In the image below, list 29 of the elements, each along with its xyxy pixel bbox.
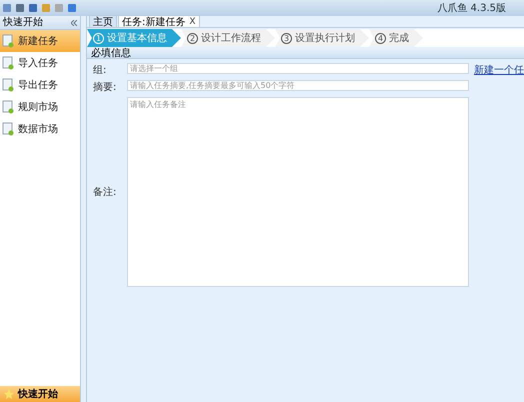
sidebar-item[interactable]: 数据市场	[0, 118, 80, 140]
tab[interactable]: 任务:新建任务 X	[118, 15, 200, 27]
sidebar-item[interactable]: 规则市场	[0, 96, 80, 118]
summary-field[interactable]: 请输入任务摘要,任务摘要最多可输入50个字符	[127, 80, 469, 91]
field-label: 备注:	[93, 186, 118, 199]
document-icon	[2, 122, 14, 136]
sidebar-footer[interactable]: 快速开始	[0, 386, 80, 402]
field-label: 摘要:	[93, 80, 118, 94]
sidebar-item[interactable]: 导入任务	[0, 52, 80, 74]
group-dropdown[interactable]: 请选择一个组	[127, 63, 469, 74]
close-button[interactable]: X	[189, 16, 196, 26]
wizard-step[interactable]: 2 设计工作流程	[181, 29, 275, 47]
section-title: 必填信息	[91, 48, 131, 58]
document-icon	[2, 56, 14, 70]
notes-field[interactable]: 请输入任务备注	[127, 97, 469, 287]
field-label: 组:	[93, 64, 108, 77]
new-group-link[interactable]: 新建一个任	[474, 63, 524, 287]
collapse-icon[interactable]	[71, 20, 77, 26]
wizard-step[interactable]: 4 完成	[369, 29, 423, 47]
document-icon	[2, 34, 14, 48]
window-title: 八爪鱼 4.3.5版	[437, 2, 506, 15]
sidebar-title: 快速开始	[3, 17, 43, 28]
wizard-step[interactable]: 3 设置执行计划	[275, 29, 369, 47]
sidebar-item[interactable]: 导出任务	[0, 74, 80, 96]
star-icon	[4, 389, 14, 399]
document-icon	[2, 78, 14, 92]
tab[interactable]: 主页	[89, 15, 117, 27]
sidebar-item[interactable]: 新建任务	[0, 30, 80, 52]
document-icon	[2, 100, 14, 114]
